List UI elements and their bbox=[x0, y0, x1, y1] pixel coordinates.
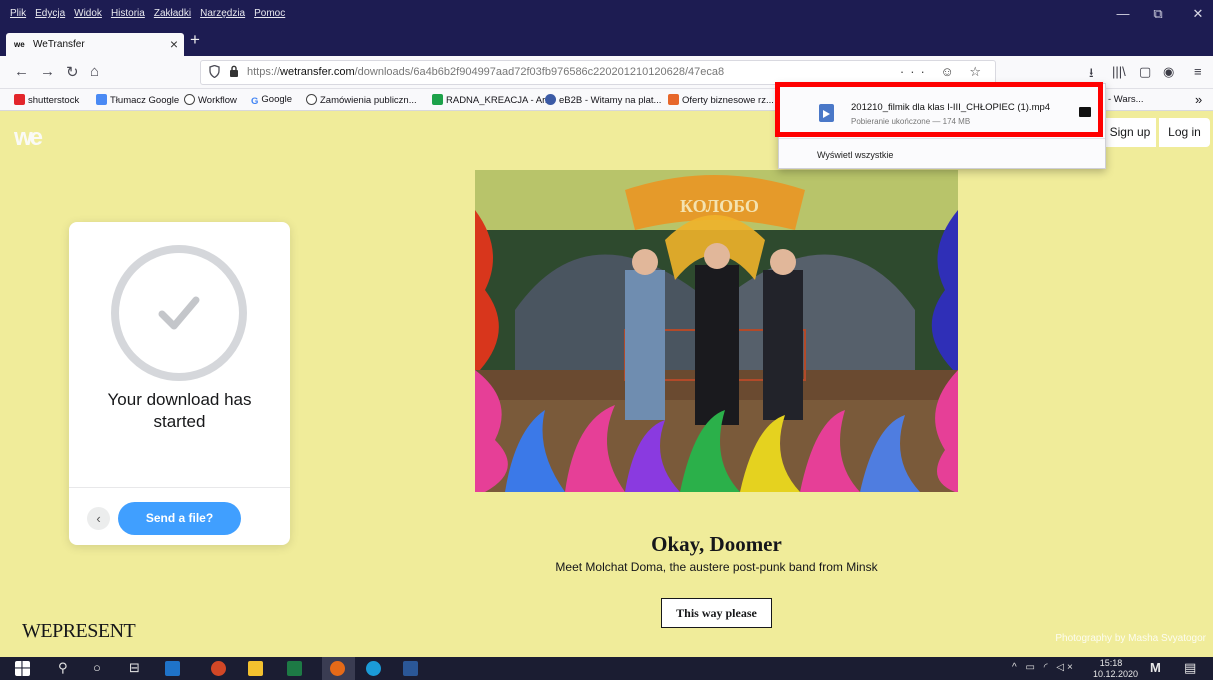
download-started-message: Your download has started bbox=[107, 390, 252, 431]
checkmark-icon bbox=[111, 245, 247, 381]
forward-button[interactable]: → bbox=[40, 63, 55, 80]
hamburger-menu-icon[interactable]: ≡ bbox=[1194, 64, 1202, 79]
shutterstock-icon bbox=[14, 94, 25, 105]
outlook-icon[interactable] bbox=[165, 661, 180, 676]
bookmark-label: RADNA_KREACJA - Ar... bbox=[446, 95, 553, 106]
bookmark-label: Workflow bbox=[198, 95, 237, 106]
oferty-icon bbox=[668, 94, 679, 105]
menu-pomoc[interactable]: Pomoc bbox=[254, 8, 285, 19]
bookmark-shutterstock[interactable]: shutterstock bbox=[14, 94, 79, 106]
lock-icon[interactable] bbox=[229, 65, 239, 80]
wetransfer-logo[interactable]: we bbox=[14, 124, 43, 152]
clock-time: 15:18 bbox=[1099, 658, 1123, 668]
eb2b-icon bbox=[545, 94, 556, 105]
card-divider bbox=[69, 487, 290, 488]
bookmark-zamowienia[interactable]: Zamówienia publiczn... bbox=[306, 94, 417, 106]
system-tray[interactable]: ^ ▭ ◜ ◁× bbox=[1012, 662, 1076, 673]
bookmark-google[interactable]: G Google bbox=[251, 94, 292, 107]
download-status-card: Your download has started ‹ Send a file? bbox=[69, 222, 290, 545]
tracking-shield-icon[interactable] bbox=[209, 64, 220, 81]
feature-artwork-image[interactable]: КОЛОБО bbox=[475, 170, 958, 492]
bookmark-oferty[interactable]: Oferty biznesowe rz... bbox=[668, 94, 774, 106]
clock-date: 10.12.2020 bbox=[1093, 669, 1139, 679]
url-text[interactable]: https://wetransfer.com/downloads/6a4b6b2… bbox=[247, 66, 724, 78]
tab-wetransfer[interactable]: we WeTransfer × bbox=[6, 33, 184, 56]
firefox-icon[interactable] bbox=[330, 661, 345, 676]
url-host: wetransfer.com bbox=[280, 66, 355, 78]
sign-up-button[interactable]: Sign up bbox=[1104, 118, 1156, 147]
notifications-icon[interactable]: ▤ bbox=[1184, 660, 1196, 676]
bookmark-label: - Wars... bbox=[1108, 94, 1144, 105]
bookmark-eb2b[interactable]: eB2B - Witamy na plat... bbox=[545, 94, 661, 106]
feature-title[interactable]: Okay, Doomer bbox=[475, 532, 958, 557]
bookmark-label: Tłumacz Google bbox=[110, 95, 180, 106]
back-arrow-button[interactable]: ‹ bbox=[87, 507, 110, 530]
library-icon[interactable]: |||\ bbox=[1112, 64, 1126, 79]
feature-subtitle: Meet Molchat Doma, the austere post-punk… bbox=[555, 560, 878, 574]
tab-title: WeTransfer bbox=[33, 39, 85, 50]
menu-plik[interactable]: Plik bbox=[10, 8, 26, 19]
task-view-icon[interactable]: ⊟ bbox=[129, 660, 140, 676]
bookmark-workflow[interactable]: Workflow bbox=[184, 94, 237, 106]
google-icon: G bbox=[251, 96, 259, 107]
bookmark-tlumacz-google[interactable]: Tłumacz Google bbox=[96, 94, 179, 106]
menu-bar: Plik Edycja Widok Historia Zakładki Narz… bbox=[0, 0, 1213, 30]
art-sign-text: КОЛОБО bbox=[680, 196, 759, 216]
photo-credit: Photography by Masha Svyatogor bbox=[1055, 633, 1206, 644]
home-button[interactable]: ⌂ bbox=[90, 63, 99, 80]
bookmark-label: eB2B - Witamy na plat... bbox=[559, 95, 662, 106]
menu-historia[interactable]: Historia bbox=[111, 8, 145, 19]
windows-taskbar: ⚲ ○ ⊟ ^ ▭ ◜ ◁× 15:18 10.12.2020 M ▤ bbox=[0, 657, 1213, 680]
bookmark-wars[interactable]: - Wars... bbox=[1108, 94, 1144, 105]
menu-items: Plik Edycja Widok Historia Zakładki Narz… bbox=[10, 8, 285, 19]
radna-icon bbox=[432, 94, 443, 105]
url-path: /downloads/6a4b6b2f904997aad72f03fb97658… bbox=[354, 66, 725, 78]
sidebar-icon[interactable]: ▢ bbox=[1139, 64, 1151, 80]
bookmark-label: Google bbox=[261, 94, 293, 105]
powerpoint-icon[interactable] bbox=[211, 661, 226, 676]
show-all-downloads-link[interactable]: Wyświetl wszystkie bbox=[817, 150, 893, 160]
wepresent-logo[interactable]: WEPRESENT bbox=[22, 620, 136, 643]
globe-icon bbox=[306, 94, 317, 105]
wetransfer-favicon-icon: we bbox=[14, 40, 25, 49]
red-highlight-box bbox=[775, 82, 1103, 137]
downloads-divider bbox=[779, 138, 1105, 139]
restore-button[interactable]: ⧉ bbox=[1138, 6, 1178, 22]
log-in-button[interactable]: Log in bbox=[1159, 118, 1210, 147]
language-icon[interactable]: M bbox=[1150, 660, 1161, 675]
reload-button[interactable]: ↻ bbox=[66, 63, 79, 81]
word-icon[interactable] bbox=[403, 661, 418, 676]
windows-start-icon[interactable] bbox=[15, 661, 30, 676]
minimize-button[interactable]: — bbox=[1103, 6, 1143, 21]
menu-narzedzia[interactable]: Narzędzia bbox=[200, 8, 245, 19]
file-explorer-icon[interactable] bbox=[248, 661, 263, 676]
bookmark-label: Zamówienia publiczn... bbox=[320, 95, 417, 106]
bookmark-label: shutterstock bbox=[28, 95, 80, 106]
edge-icon[interactable] bbox=[366, 661, 381, 676]
page-actions-icon[interactable]: ··· ☺ ☆ bbox=[900, 64, 987, 80]
new-tab-button[interactable]: + bbox=[190, 30, 200, 50]
bookmark-radna-kreacja[interactable]: RADNA_KREACJA - Ar... bbox=[432, 94, 553, 106]
bookmark-label: Oferty biznesowe rz... bbox=[682, 95, 774, 106]
this-way-please-button[interactable]: This way please bbox=[661, 598, 772, 628]
search-icon[interactable]: ⚲ bbox=[58, 660, 68, 676]
url-prefix: https:// bbox=[247, 66, 281, 78]
excel-icon[interactable] bbox=[287, 661, 302, 676]
close-window-button[interactable]: ✕ bbox=[1178, 6, 1213, 22]
taskbar-clock[interactable]: 15:18 10.12.2020 bbox=[1093, 658, 1139, 680]
menu-widok[interactable]: Widok bbox=[74, 8, 102, 19]
account-icon[interactable]: ◉ bbox=[1163, 64, 1174, 80]
back-button[interactable]: ← bbox=[14, 63, 29, 80]
menu-zakladki[interactable]: Zakładki bbox=[154, 8, 191, 19]
globe-icon bbox=[184, 94, 195, 105]
bookmarks-overflow-icon[interactable]: » bbox=[1195, 92, 1202, 107]
google-translate-icon bbox=[96, 94, 107, 105]
tab-close-icon[interactable]: × bbox=[170, 36, 178, 52]
tab-bar: we WeTransfer × bbox=[0, 30, 1213, 56]
cortana-icon[interactable]: ○ bbox=[93, 660, 101, 675]
menu-edycja[interactable]: Edycja bbox=[35, 8, 65, 19]
send-a-file-button[interactable]: Send a file? bbox=[118, 502, 241, 535]
